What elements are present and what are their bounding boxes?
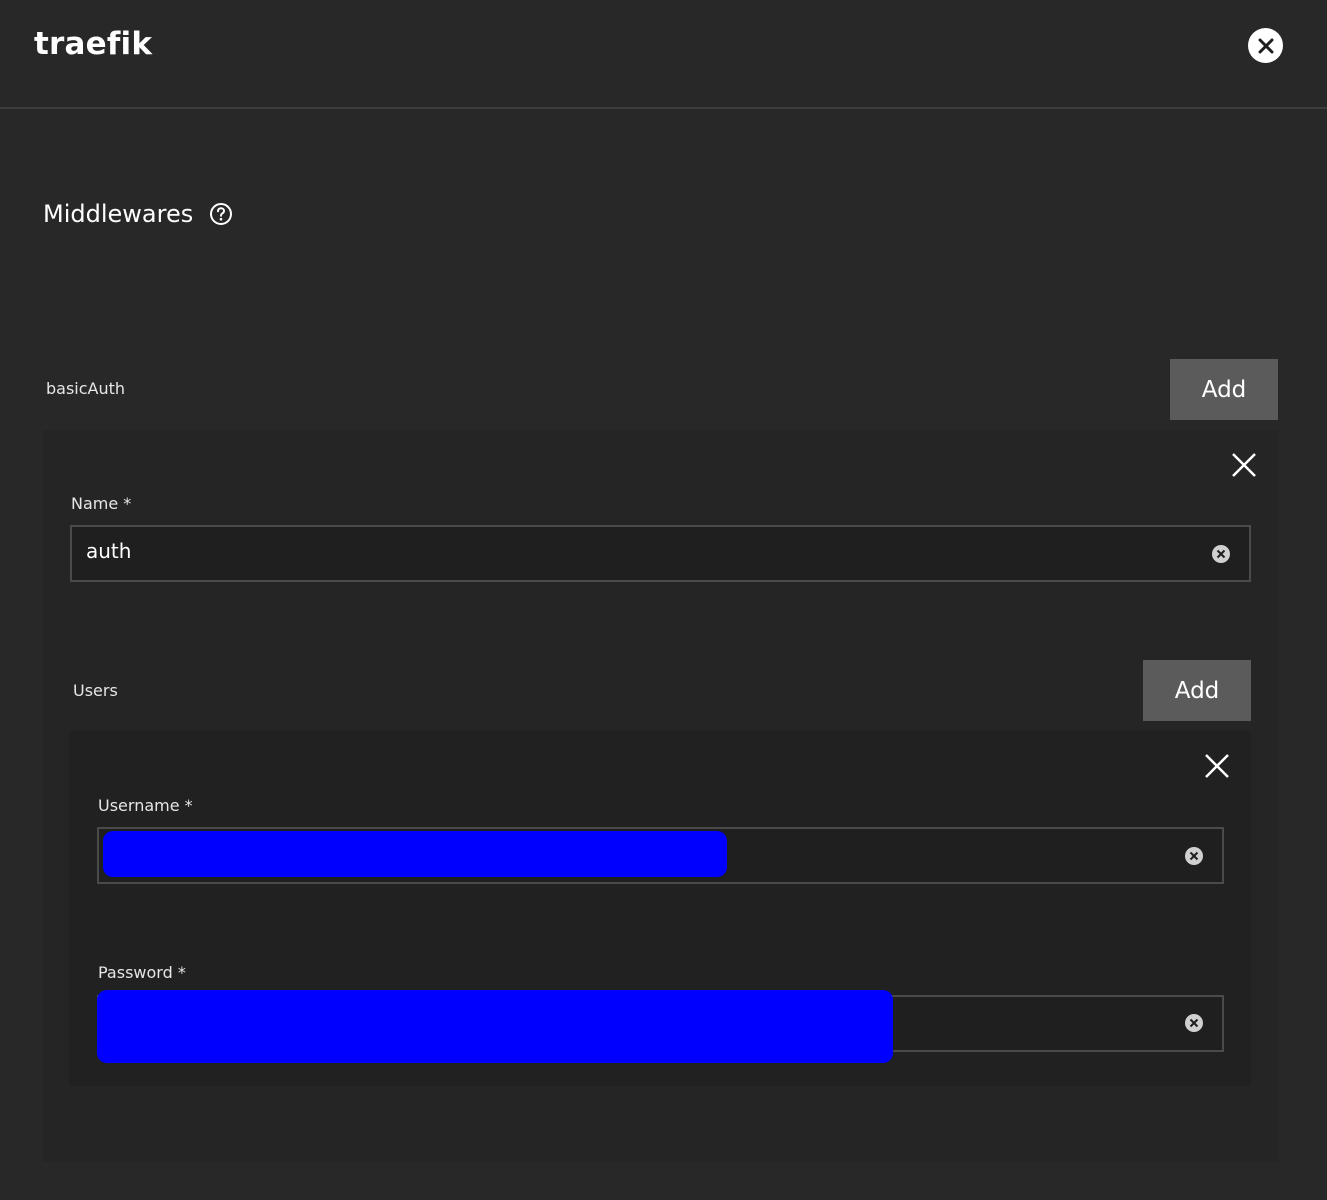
close-dialog-button[interactable] [1248,28,1283,63]
username-redaction [103,831,727,877]
clear-username-icon[interactable] [1184,846,1204,866]
name-input[interactable]: auth [70,525,1251,582]
username-field-label: Username * [98,796,193,815]
app-header: traefik [0,0,1327,109]
close-icon [1258,38,1273,53]
help-icon[interactable] [209,202,233,226]
clear-name-icon[interactable] [1211,544,1231,564]
users-label: Users [73,681,118,700]
clear-password-icon[interactable] [1184,1013,1204,1033]
add-user-button[interactable]: Add [1143,660,1251,721]
section-title: Middlewares [43,200,233,228]
basic-auth-label: basicAuth [46,379,126,398]
name-field-label: Name * [71,494,132,513]
app-title: traefik [34,26,153,62]
name-input-value: auth [86,539,132,563]
remove-basic-auth-icon[interactable] [1230,451,1258,479]
section-title-text: Middlewares [43,200,194,228]
remove-user-icon[interactable] [1203,752,1231,780]
password-redaction [97,990,893,1063]
password-field-label: Password * [98,963,186,982]
add-basic-auth-button[interactable]: Add [1170,359,1278,420]
